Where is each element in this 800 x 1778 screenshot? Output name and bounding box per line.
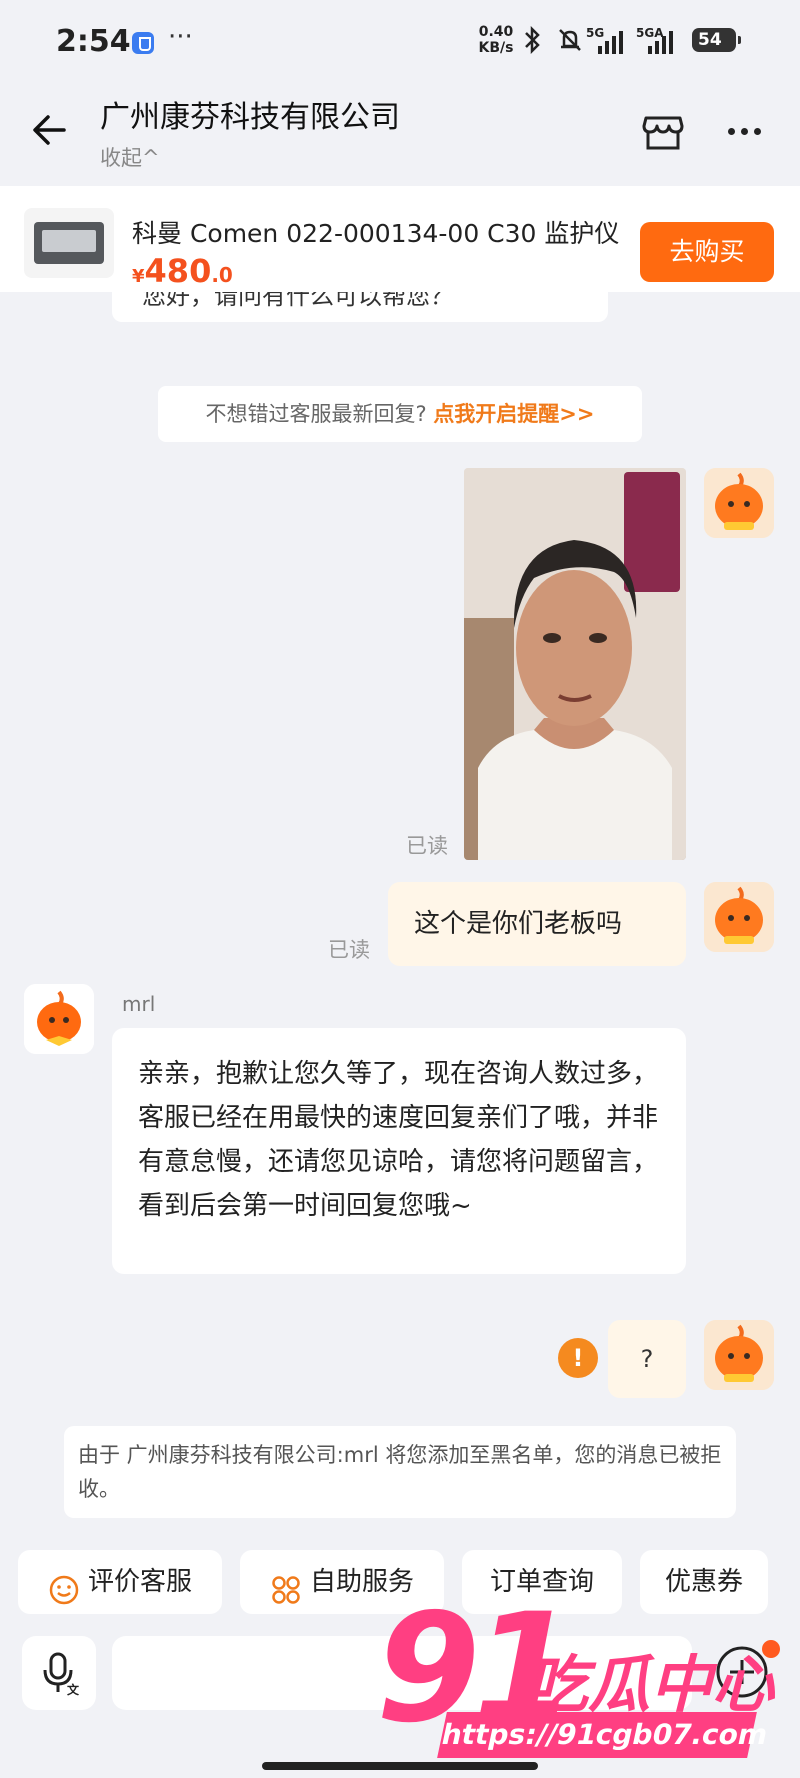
product-title: 科曼 Comen 022-000134-00 C30 监护仪 — [132, 219, 620, 248]
grid-icon — [270, 1566, 302, 1604]
agent-avatar[interactable] — [24, 984, 94, 1054]
mute-bell-icon — [556, 26, 584, 60]
chat-message-list[interactable]: 您好，请问有什么可以帮您？ 不想错过客服最新回复? 点我开启提醒>> 已读 这个… — [0, 292, 800, 1542]
price-integer: 480 — [144, 252, 212, 290]
chip-label: 订单查询 — [489, 1567, 594, 1597]
back-button[interactable] — [28, 108, 72, 152]
image-message[interactable] — [464, 468, 686, 860]
send-failed-icon[interactable]: ! — [558, 1338, 598, 1378]
signal-2-icon: 5GA — [636, 26, 676, 54]
reminder-text: 不想错过客服最新回复? — [205, 402, 427, 426]
voice-input-button[interactable]: 文 — [22, 1636, 96, 1710]
my-avatar[interactable] — [704, 1320, 774, 1390]
svg-text:文: 文 — [67, 1682, 80, 1697]
chip-label: 评价客服 — [87, 1567, 192, 1597]
net-speed: 0.40 KB/s — [476, 24, 516, 56]
input-bar: 文 — [0, 1630, 800, 1720]
previous-agent-message: 您好，请问有什么可以帮您？ — [112, 292, 608, 322]
price-currency: ¥ — [132, 266, 145, 287]
my-text-message[interactable]: 这个是你们老板吗 — [388, 882, 686, 966]
shop-title: 广州康芬科技有限公司 — [100, 100, 400, 135]
net-speed-value: 0.40 — [478, 24, 514, 40]
agent-text-message[interactable]: 亲亲，抱歉让您久等了，现在咨询人数过多，客服已经在用最快的速度回复亲们了哦，并非… — [112, 1028, 686, 1274]
orange-mascot-icon — [704, 1320, 774, 1390]
chip-self-service[interactable]: 自助服务 — [240, 1550, 444, 1614]
bluetooth-icon — [520, 25, 544, 60]
price-decimal: .0 — [211, 263, 233, 287]
chat-header: 广州康芬科技有限公司 收起^ — [0, 86, 800, 182]
quick-action-bar: 评价客服 自助服务 订单查询 优惠券 — [0, 1550, 800, 1616]
more-options-button[interactable] — [728, 120, 774, 140]
home-indicator[interactable] — [262, 1762, 538, 1770]
chip-rate-service[interactable]: 评价客服 — [18, 1550, 222, 1614]
back-arrow-icon — [33, 115, 66, 145]
dot-icon — [728, 128, 735, 135]
my-avatar[interactable] — [704, 468, 774, 538]
more-notifications-icon: ··· — [168, 22, 193, 52]
net-speed-unit: KB/s — [478, 40, 514, 56]
collapse-toggle[interactable]: 收起^ — [100, 142, 160, 172]
store-icon — [642, 116, 684, 150]
chip-label: 自助服务 — [309, 1567, 414, 1597]
previous-message-text: 您好，请问有什么可以帮您？ — [142, 292, 454, 310]
read-receipt: 已读 — [328, 938, 370, 962]
product-card[interactable]: 科曼 Comen 022-000134-00 C30 监护仪 ¥480.0 去购… — [0, 186, 800, 292]
dot-icon — [754, 128, 761, 135]
person-photo — [464, 468, 686, 860]
battery-icon: 54 — [692, 28, 741, 52]
orange-mascot-icon — [704, 882, 774, 952]
my-avatar[interactable] — [704, 882, 774, 952]
blacklist-system-notice: 由于 广州康芬科技有限公司:mrl 将您添加至黑名单，您的消息已被拒收。 — [64, 1426, 736, 1518]
status-time: 2:54 — [56, 24, 131, 59]
microphone-icon: 文 — [43, 1652, 80, 1697]
chip-label: 优惠券 — [664, 1567, 743, 1597]
agent-name: mrl — [122, 992, 156, 1016]
enable-reminder-link[interactable]: 点我开启提醒>> — [433, 402, 594, 426]
product-image — [24, 208, 114, 278]
orange-mascot-icon — [24, 984, 94, 1054]
message-input[interactable] — [112, 1636, 692, 1710]
dot-icon — [741, 128, 748, 135]
buy-button[interactable]: 去购买 — [640, 222, 774, 282]
signal-1-icon: 5G — [586, 26, 626, 54]
status-bar: 2:54 ··· 0.40 KB/s 5G 5GA 54 — [0, 0, 800, 86]
my-text-message[interactable]: ? — [608, 1320, 686, 1398]
smile-icon — [48, 1566, 80, 1605]
store-button[interactable] — [640, 108, 686, 154]
chip-order-query[interactable]: 订单查询 — [462, 1550, 622, 1614]
notification-dot — [762, 1640, 780, 1658]
read-receipt: 已读 — [406, 834, 448, 858]
product-price: ¥480.0 — [132, 252, 233, 290]
shield-icon — [132, 32, 154, 54]
chip-coupon[interactable]: 优惠券 — [640, 1550, 768, 1614]
orange-mascot-icon — [704, 468, 774, 538]
reply-reminder-banner[interactable]: 不想错过客服最新回复? 点我开启提醒>> — [158, 386, 642, 442]
